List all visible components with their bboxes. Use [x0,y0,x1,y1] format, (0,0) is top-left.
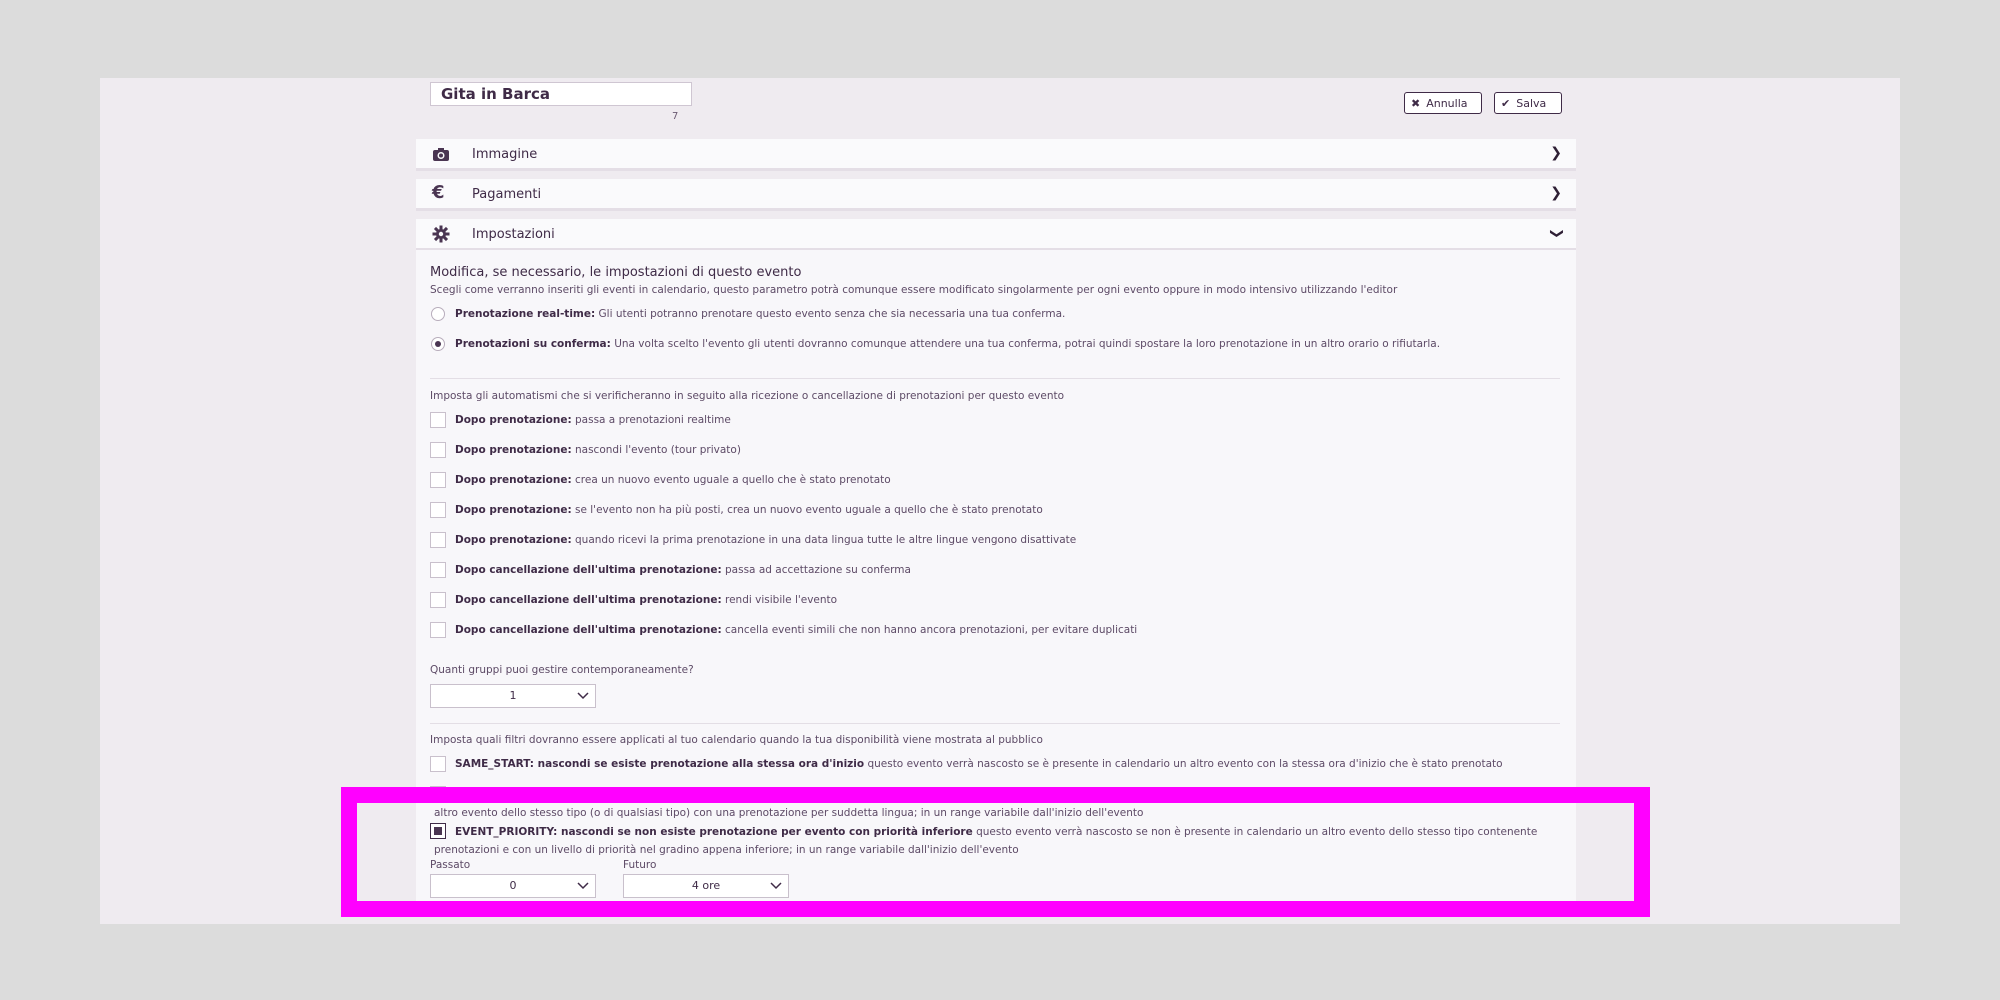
option-desc: passa ad accettazione su conferma [725,564,911,576]
chevron-down-icon [577,882,589,890]
automation-option-1: Dopo prenotazione: nascondi l'evento (to… [455,444,741,456]
option-label: SAME_START: nascondi se esiste prenotazi… [455,758,865,770]
radio-confirmation[interactable] [431,337,445,351]
option-label: SAME_LANGUAGE: nascondi (o mostra) se es… [455,789,968,801]
automation-option-0: Dopo prenotazione: passa a prenotazioni … [455,414,731,426]
filter-checkbox-same-start[interactable] [430,756,446,772]
cancel-button[interactable]: ✖ Annulla [1404,92,1482,114]
settings-panel-body: Modifica, se necessario, le impostazioni… [416,250,1576,910]
future-select[interactable]: 4 ore [623,874,789,898]
future-label: Futuro [623,859,657,871]
option-label: EVENT_PRIORITY: nascondi se non esiste p… [455,826,973,838]
option-label: Prenotazione real-time: [455,308,596,320]
automation-checkbox-6[interactable] [430,592,446,608]
option-confirmation: Prenotazioni su conferma: Una volta scel… [455,338,1440,350]
save-button[interactable]: ✔ Salva [1494,92,1562,114]
chevron-right-icon: ❯ [1550,185,1562,201]
option-label: Dopo cancellazione dell'ultima prenotazi… [455,624,722,636]
option-label: Dopo prenotazione: [455,414,572,426]
automation-option-4: Dopo prenotazione: quando ricevi la prim… [455,534,1076,546]
option-label: Dopo prenotazione: [455,504,572,516]
panel-label: Immagine [472,147,538,162]
camera-icon [433,148,449,161]
option-desc: nascondi l'evento (tour privato) [575,444,741,456]
automation-option-7: Dopo cancellazione dell'ultima prenotazi… [455,624,1137,636]
radio-realtime[interactable] [431,307,445,321]
groups-select-value: 1 [509,689,517,702]
gear-icon [432,225,450,243]
chevron-down-icon [577,692,589,700]
option-label: Dopo prenotazione: [455,534,572,546]
panel-pagamenti[interactable]: € Pagamenti ❯ [416,179,1576,211]
close-icon: ✖ [1411,96,1421,110]
option-desc: questo evento verrà nascosto se è presen… [867,758,1503,770]
automation-checkbox-4[interactable] [430,532,446,548]
automation-checkbox-7[interactable] [430,622,446,638]
groups-select[interactable]: 1 [430,684,596,708]
automation-option-3: Dopo prenotazione: se l'evento non ha pi… [455,504,1043,516]
automation-checkbox-1[interactable] [430,442,446,458]
automation-checkbox-5[interactable] [430,562,446,578]
automation-option-6: Dopo cancellazione dell'ultima prenotazi… [455,594,837,606]
panel-impostazioni[interactable]: Impostazioni ❯ [416,219,1576,251]
automation-option-2: Dopo prenotazione: crea un nuovo evento … [455,474,891,486]
chevron-right-icon: ❯ [1550,145,1562,161]
option-desc: cancella eventi simili che non hanno anc… [725,624,1138,636]
panel-label: Pagamenti [472,187,542,202]
chevron-down-icon [770,882,782,890]
future-select-value: 4 ore [691,879,721,892]
panel-immagine[interactable]: Immagine ❯ [416,139,1576,171]
option-desc: crea un nuovo evento uguale a quello che… [575,474,891,486]
option-label: Dopo prenotazione: [455,474,572,486]
option-label: Prenotazioni su conferma: [455,338,611,350]
option-desc: se l'evento non ha più posti, crea un nu… [575,504,1043,516]
filter-option-event-priority: EVENT_PRIORITY: nascondi se non esiste p… [434,823,1558,859]
divider [430,378,1560,379]
filter-option-same-start: SAME_START: nascondi se esiste prenotazi… [455,758,1503,770]
panel-label: Impostazioni [472,227,555,242]
option-desc: Gli utenti potranno prenotare questo eve… [598,308,1066,320]
automation-option-5: Dopo cancellazione dell'ultima prenotazi… [455,564,911,576]
option-desc: quando ricevi la prima prenotazione in u… [575,534,1077,546]
automation-checkbox-2[interactable] [430,472,446,488]
automation-checkbox-0[interactable] [430,412,446,428]
option-label: Dopo cancellazione dell'ultima prenotazi… [455,564,722,576]
filter-option-same-language: SAME_LANGUAGE: nascondi (o mostra) se es… [434,786,1558,822]
option-desc: Una volta scelto l'evento gli utenti dov… [614,338,1441,350]
automation-hint: Imposta gli automatismi che si verifiche… [430,390,1065,402]
event-title-input[interactable]: Gita in Barca [430,82,692,106]
char-count: 7 [672,111,679,122]
option-desc: passa a prenotazioni realtime [575,414,731,426]
groups-question: Quanti gruppi puoi gestire contemporanea… [430,664,694,676]
option-desc: rendi visibile l'evento [725,594,838,606]
booking-mode-hint: Scegli come verranno inseriti gli eventi… [430,284,1398,296]
option-label: Dopo prenotazione: [455,444,572,456]
save-button-label: Salva [1516,96,1547,110]
past-label: Passato [430,859,471,871]
settings-heading: Modifica, se necessario, le impostazioni… [430,265,802,280]
past-select[interactable]: 0 [430,874,596,898]
cancel-button-label: Annulla [1426,96,1468,110]
past-select-value: 0 [509,879,517,892]
option-label: Dopo cancellazione dell'ultima prenotazi… [455,594,722,606]
option-realtime: Prenotazione real-time: Gli utenti potra… [455,308,1065,320]
euro-icon: € [432,182,445,203]
check-icon: ✔ [1501,96,1511,110]
chevron-down-icon: ❯ [1549,228,1565,239]
filters-hint: Imposta quali filtri dovranno essere app… [430,734,1043,746]
automation-checkbox-3[interactable] [430,502,446,518]
divider [430,723,1560,724]
